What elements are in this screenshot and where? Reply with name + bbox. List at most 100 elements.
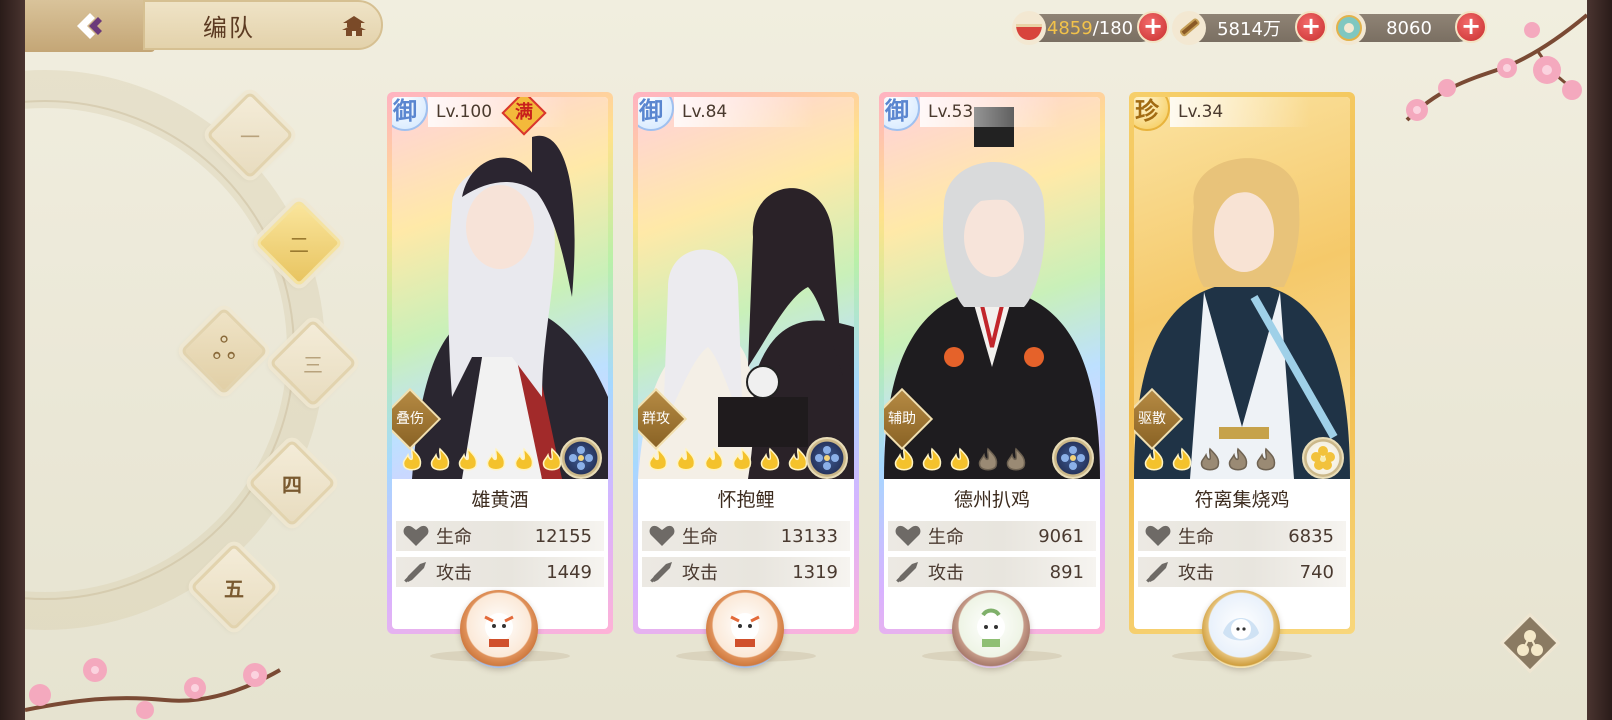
level-label: Lv.84 [674, 97, 814, 127]
flame-star-lit-icon [514, 447, 534, 471]
flame-star-lit-icon [760, 447, 780, 471]
hp-value: 6835 [1288, 525, 1334, 547]
attack-stat: 攻击 740 [1138, 557, 1346, 587]
attack-label: 攻击 [436, 563, 472, 584]
cherry-blossom-branch-bottom-left [25, 658, 281, 719]
flame-star-lit-icon [458, 447, 478, 471]
heart-icon [895, 525, 921, 546]
back-button[interactable] [25, 0, 155, 52]
flame-star-lit-icon [950, 447, 970, 471]
hp-label: 生命 [436, 527, 472, 548]
jade-value: 8060 [1386, 17, 1432, 39]
left-border [0, 0, 25, 720]
team-tab-label: 三 [303, 352, 323, 377]
element-emblem-icon [560, 437, 602, 479]
element-emblem-icon [1052, 437, 1094, 479]
bowl-icon [1012, 11, 1046, 45]
stamina-max: /180 [1092, 17, 1134, 39]
team-tab-label: 四 [282, 472, 302, 497]
pagoda-icon[interactable] [341, 14, 367, 38]
character-name: 怀抱鲤 [717, 489, 775, 511]
flame-star-lit-icon [676, 447, 696, 471]
level-label: Lv.34 [1170, 97, 1310, 127]
flame-star-lit-icon [894, 447, 914, 471]
gold-counter: 5814万 + [1172, 11, 1327, 45]
flame-star-lit-icon [486, 447, 506, 471]
companion-portrait-icon [484, 613, 514, 647]
companion-slot-4[interactable] [1202, 590, 1280, 668]
element-emblem-icon [806, 437, 848, 479]
sword-icon [1146, 562, 1168, 583]
sword-icon [650, 562, 672, 583]
companion-slot-3[interactable] [952, 590, 1030, 668]
page-title-bar: 编队 [143, 0, 383, 50]
team-tab-label: 一 [240, 124, 260, 149]
attack-value: 740 [1299, 561, 1334, 583]
companion-slot-2[interactable] [706, 590, 784, 668]
hp-stat: 生命 6835 [1138, 521, 1346, 551]
flame-star-empty-icon [1228, 447, 1248, 471]
attack-stat: 攻击 1449 [396, 557, 604, 587]
hp-value: 9061 [1038, 525, 1084, 547]
heart-icon [649, 525, 675, 546]
flame-star-lit-icon [922, 447, 942, 471]
formation-screen: 编队 4859/180 + 5814万 + 8060 + 一 二 ஃ 三 四 五… [25, 0, 1587, 720]
flame-star-lit-icon [430, 447, 450, 471]
formation-tree-icon[interactable] [1493, 606, 1567, 680]
attack-value: 1449 [546, 561, 592, 583]
attack-label: 攻击 [682, 563, 718, 584]
flame-star-empty-icon [1006, 447, 1026, 471]
hp-stat: 生命 13133 [642, 521, 850, 551]
hp-label: 生命 [1178, 527, 1214, 548]
add-gold-button[interactable]: + [1295, 11, 1327, 43]
flame-star-lit-icon [732, 447, 752, 471]
sword-icon [896, 562, 918, 583]
attack-label: 攻击 [1178, 563, 1214, 584]
back-arrow-icon [77, 13, 102, 39]
companion-slot-1[interactable] [460, 590, 538, 668]
level-label: Lv.53 [920, 97, 1060, 127]
flame-star-empty-icon [1256, 447, 1276, 471]
companion-portrait-icon [1223, 618, 1259, 641]
sword-icon [404, 562, 426, 583]
swirl-icon: ஃ [212, 331, 236, 367]
gold-value: 5814万 [1217, 19, 1281, 40]
right-border [1587, 0, 1612, 720]
flame-star-lit-icon [704, 447, 724, 471]
food-soul-card-2[interactable]: 御 Lv.84 群攻 怀抱鲤 生命 13133 攻击 1319 [633, 92, 859, 634]
hp-stat: 生命 9061 [888, 521, 1096, 551]
character-name: 雄黄酒 [471, 489, 529, 511]
stamina-counter: 4859/180 + [1012, 11, 1169, 45]
flame-star-empty-icon [978, 447, 998, 471]
attack-value: 1319 [792, 561, 838, 583]
character-name: 德州扒鸡 [953, 489, 1030, 511]
jade-coin-icon [1332, 11, 1366, 45]
attack-label: 攻击 [928, 563, 964, 584]
attack-value: 891 [1049, 561, 1084, 583]
level-label: Lv.100 [428, 97, 568, 127]
heart-icon [403, 525, 429, 546]
food-soul-card-3[interactable]: 御 Lv.53 辅助 德州扒鸡 生命 9061 攻击 891 [879, 92, 1105, 634]
jade-counter: 8060 + [1332, 11, 1487, 45]
star-flames [892, 447, 1028, 473]
hp-stat: 生命 12155 [396, 521, 604, 551]
character-name: 符离集烧鸡 [1194, 489, 1290, 511]
attack-stat: 攻击 1319 [642, 557, 850, 587]
heart-icon [1145, 525, 1171, 546]
page-title: 编队 [203, 13, 255, 42]
hp-value: 13133 [780, 525, 838, 547]
hp-label: 生命 [928, 527, 964, 548]
add-jade-button[interactable]: + [1455, 11, 1487, 43]
star-flames [400, 447, 564, 473]
add-stamina-button[interactable]: + [1137, 11, 1169, 43]
food-soul-card-1[interactable]: 御 Lv.100 满 叠伤 雄黄酒 生命 12155 攻击 1449 [387, 92, 613, 634]
companion-portrait-icon [977, 608, 1005, 647]
flame-star-lit-icon [1172, 447, 1192, 471]
team-tab-label: 二 [289, 232, 309, 257]
star-flames [1142, 447, 1278, 473]
flower-emblem-icon [1302, 437, 1344, 479]
food-soul-card-4[interactable]: 珍 Lv.34 驱散 符离集烧鸡 生命 6835 攻击 740 [1129, 92, 1355, 634]
flame-star-empty-icon [1200, 447, 1220, 471]
flame-star-lit-icon [648, 447, 668, 471]
stamina-value: 4859 [1046, 17, 1093, 39]
